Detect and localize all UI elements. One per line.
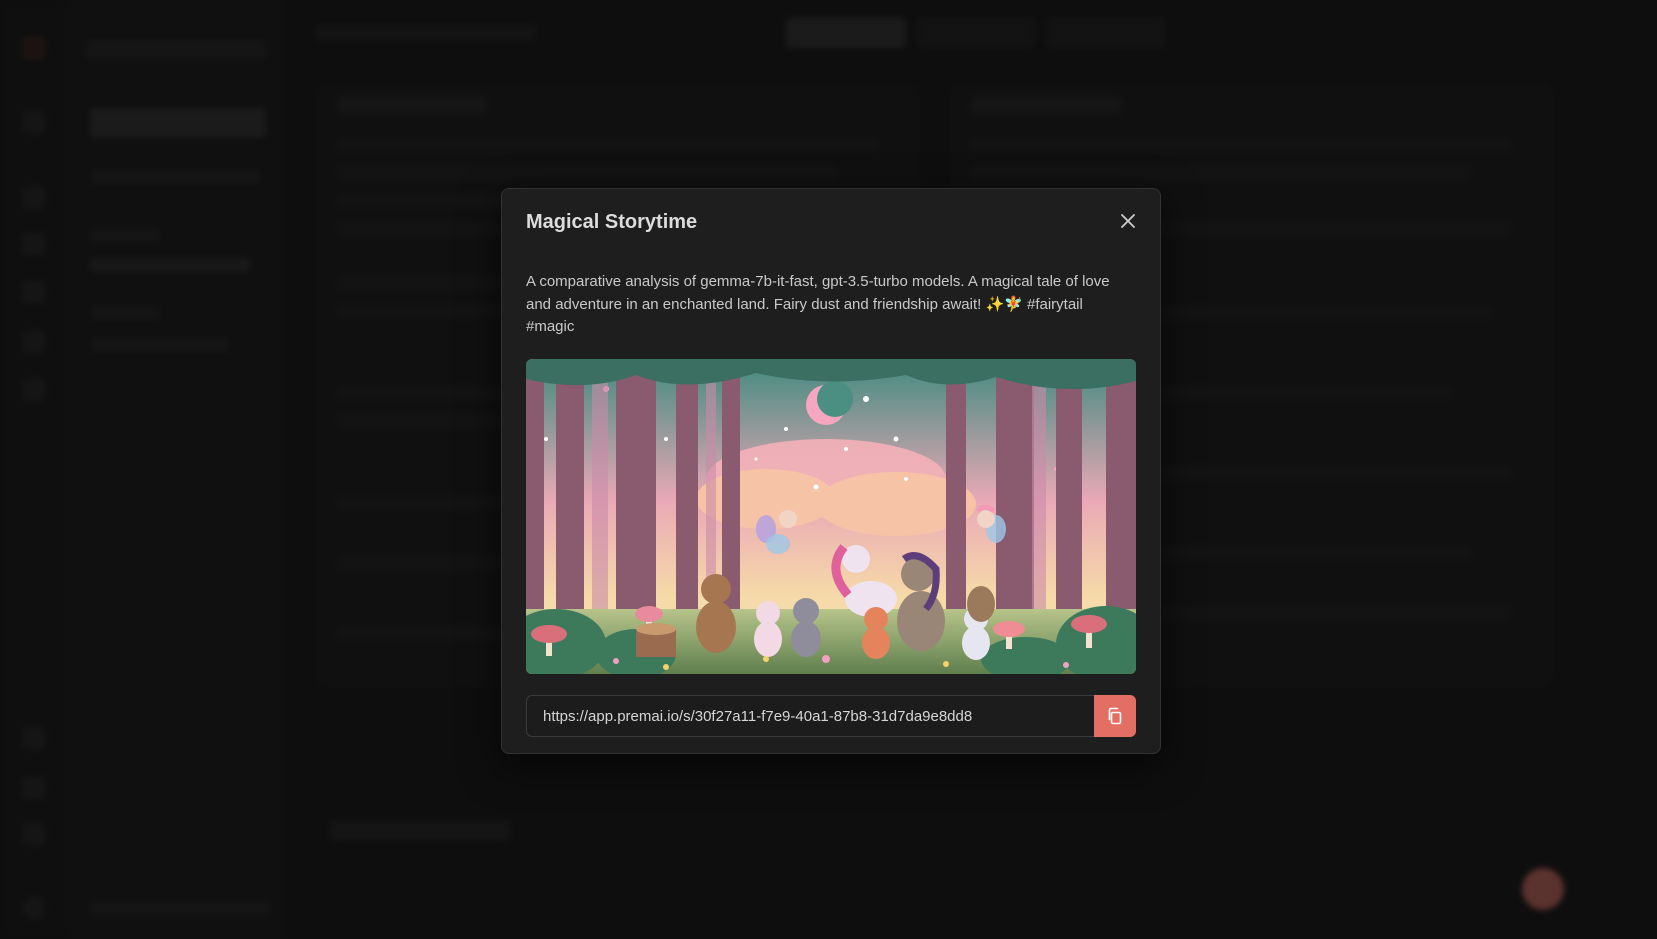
share-modal: Magical Storytime A comparative analysis… [501,188,1161,754]
modal-description: A comparative analysis of gemma-7b-it-fa… [526,273,1110,335]
copy-icon [1108,707,1122,725]
close-button[interactable] [1116,209,1140,233]
share-url-box [526,695,1136,737]
close-icon [1121,214,1135,228]
modal-title: Magical Storytime [526,211,698,233]
story-illustration [526,359,1136,674]
storybook-illustration [526,359,1136,674]
share-url-input[interactable] [527,696,1095,736]
copy-link-button[interactable] [1094,695,1136,737]
